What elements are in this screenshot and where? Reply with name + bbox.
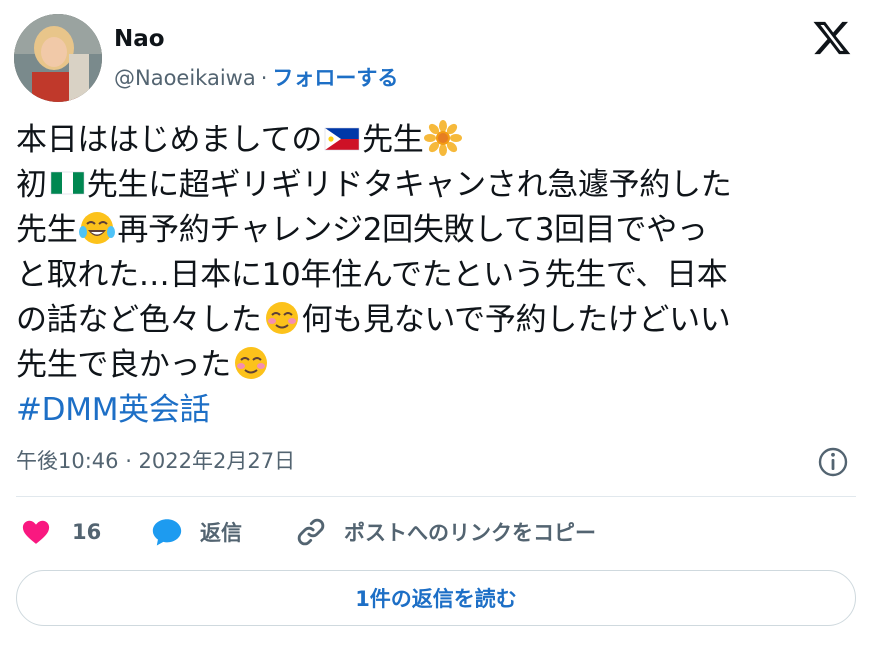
read-replies-button[interactable]: 1件の返信を読む — [16, 570, 856, 626]
copy-link-button[interactable]: ポストへのリンクをコピー — [294, 512, 596, 552]
nigeria-flag-icon — [50, 171, 84, 195]
heart-icon — [22, 520, 50, 544]
philippines-flag-icon — [324, 127, 360, 151]
speech-bubble-icon — [152, 519, 182, 546]
tweet-text-segment: の話など色々した — [16, 302, 262, 338]
smiling-blush-icon — [234, 347, 267, 379]
tweet-timestamp[interactable]: 午後10:46 · 2022年2月27日 — [16, 446, 295, 476]
copy-link-label: ポストへのリンクをコピー — [344, 521, 596, 545]
divider — [16, 496, 856, 497]
reply-label: 返信 — [200, 521, 242, 545]
hashtag-link[interactable]: #DMM英会話 — [16, 392, 211, 428]
tweet-line-5: の話など色々した 何も見ないで予約したけどいい — [16, 298, 866, 343]
tweet-line-1: 本日ははじめましての 先生 — [16, 118, 866, 163]
tweet-text-segment: 先生 — [362, 122, 424, 158]
tweet-text-segment: 先生に超ギリギリドタキャンされ急遽予約した — [86, 167, 732, 203]
smiling-blush-icon — [265, 302, 298, 334]
author-handle-row: @Naoeikaiwa · フォローする — [114, 63, 398, 93]
tweet-text-segment: と取れた…日本に10年住んでたという先生で、日本 — [16, 257, 728, 293]
tweet-text-segment: 本日ははじめましての — [16, 122, 323, 158]
info-icon[interactable] — [816, 445, 850, 479]
tears-of-joy-icon — [79, 212, 116, 244]
tweet-line-4: と取れた…日本に10年住んでたという先生で、日本 — [16, 253, 866, 298]
tweet-line-2: 初 先生に超ギリギリドタキャンされ急遽予約した — [16, 163, 866, 208]
author-handle[interactable]: @Naoeikaiwa — [114, 66, 256, 90]
reply-button[interactable]: 返信 — [150, 512, 242, 552]
x-logo-icon[interactable] — [810, 18, 854, 58]
author-name[interactable]: Nao — [114, 24, 165, 54]
tweet-text-segment: 再予約チャレンジ2回失敗して3回目でやっ — [117, 212, 708, 248]
tweet-text-segment: 先生で良かった — [16, 347, 231, 383]
tweet-line-6: 先生で良かった — [16, 343, 866, 388]
tweet-text-segment: 何も見ないで予約したけどいい — [301, 302, 731, 338]
tweet-line-7: #DMM英会話 — [16, 388, 866, 433]
tweet-line-3: 先生 再予約チャレンジ2回失敗して3回目でやっ — [16, 208, 866, 253]
tweet-text: 本日ははじめましての 先生 初先生に超ギリギリドタキャンされ急遽予約した 先生 再予… — [16, 118, 866, 433]
author-avatar[interactable] — [14, 14, 102, 102]
link-icon — [297, 518, 325, 546]
tweet-text-segment: 初 — [16, 167, 47, 203]
follow-link[interactable]: フォローする — [272, 66, 398, 90]
sunflower-icon — [424, 120, 463, 156]
like-button[interactable]: 16 — [20, 512, 101, 552]
like-count: 16 — [72, 520, 102, 544]
handle-separator: · — [260, 66, 268, 90]
tweet-text-segment: 先生 — [16, 212, 78, 248]
